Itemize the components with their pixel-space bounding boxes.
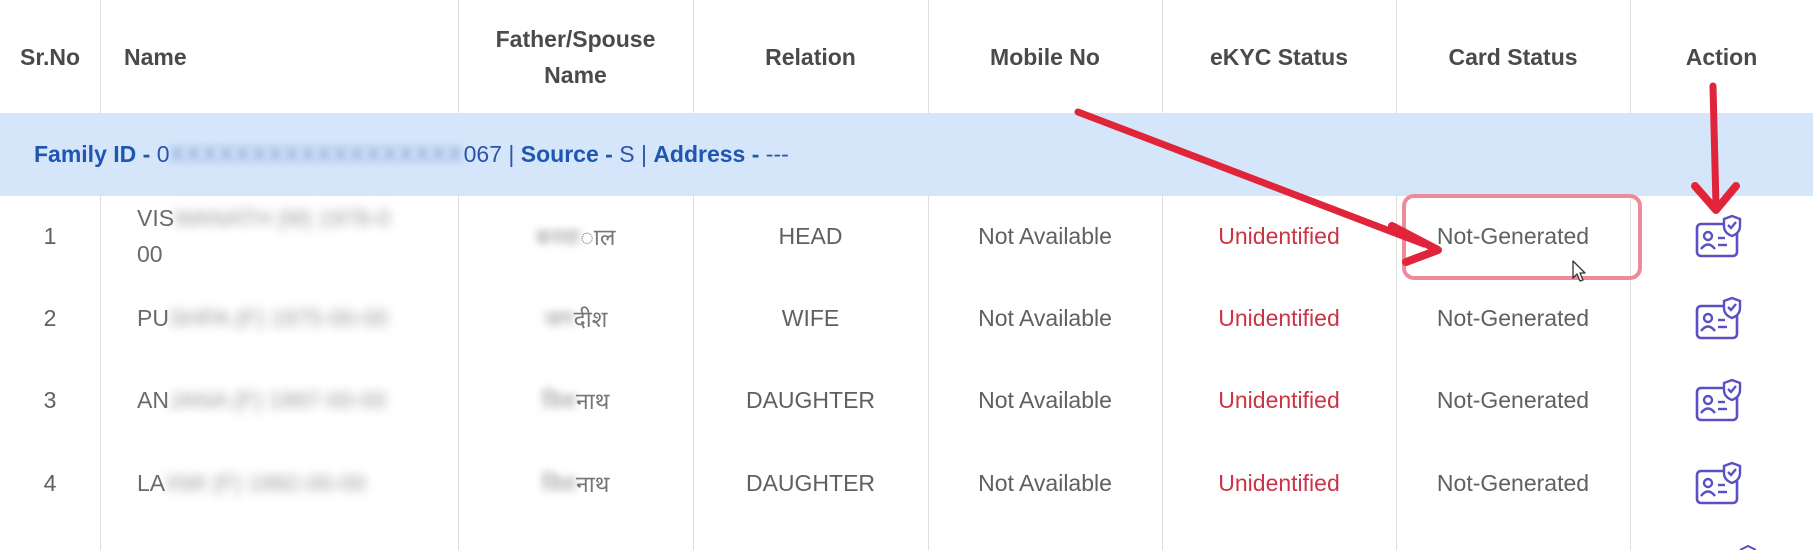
- father-visible: नाथ: [575, 388, 610, 414]
- row-father-name: विश नाथ: [458, 370, 693, 430]
- address-label: Address -: [653, 141, 760, 167]
- row-sr-no: 3: [43, 386, 57, 413]
- header-ekyc-status: eKYC Status: [1209, 43, 1349, 70]
- separator: |: [508, 141, 515, 167]
- row-name: ANJANA (F) 1997-00-00: [137, 382, 437, 418]
- name-redacted: JANA (F) 1997-00-00: [168, 387, 387, 413]
- row-sr-no: 2: [43, 304, 57, 331]
- row-ekyc-status: Unidentified: [1218, 222, 1340, 249]
- header-father-line2: Name: [544, 61, 607, 88]
- row-card-status: Not-Generated: [1436, 304, 1590, 331]
- row-relation: HEAD: [778, 222, 843, 249]
- header-relation: Relation: [765, 43, 856, 70]
- row-father-name: बनवााल: [458, 206, 693, 266]
- name-visible: PU: [137, 305, 169, 331]
- name-visible: VIS: [137, 205, 175, 231]
- header-sr-no: Sr.No: [20, 43, 81, 70]
- address-value: ---: [765, 141, 789, 167]
- father-redacted: विश: [541, 388, 576, 414]
- family-id-suffix: 067: [463, 141, 503, 167]
- header-action: Action: [1685, 43, 1758, 70]
- row-name-partial: [137, 535, 437, 550]
- father-visible: नाथ: [575, 471, 610, 497]
- row-mobile: Not Available: [978, 386, 1112, 413]
- name-visible: AN: [137, 387, 169, 413]
- source-label: Source -: [520, 141, 613, 167]
- name-redacted: WANATH (M) 1978-0: [174, 205, 391, 231]
- row-sr-no: 1: [43, 222, 57, 249]
- row-father-name: जग दीश: [458, 288, 693, 348]
- card-verify-icon[interactable]: [1694, 461, 1744, 507]
- row-card-status: Not-Generated: [1436, 386, 1590, 413]
- source-value: S: [619, 141, 635, 167]
- row-ekyc-status: Unidentified: [1218, 469, 1340, 496]
- name-visible: LA: [137, 470, 166, 496]
- family-id-redacted: XXXXXXXXXXXXXXXXXX: [169, 141, 464, 167]
- father-redacted: विश: [541, 471, 576, 497]
- row-mobile: Not Available: [978, 222, 1112, 249]
- card-verify-icon[interactable]: [1694, 214, 1744, 260]
- card-verify-icon[interactable]: [1694, 378, 1744, 424]
- row-sr-no: 4: [43, 469, 57, 496]
- header-name: Name: [124, 43, 187, 70]
- annotation-highlight-box: [1402, 194, 1642, 280]
- header-card-status: Card Status: [1448, 43, 1578, 70]
- name-redacted: SHPA (F) 1975-00-00: [168, 305, 389, 331]
- separator: |: [640, 141, 647, 167]
- row-relation: DAUGHTER: [745, 386, 876, 413]
- row-father-name: विश नाथ: [458, 453, 693, 513]
- family-id-label: Family ID -: [34, 141, 151, 167]
- row-name: LAXMI (F) 1992-00-00: [137, 465, 437, 501]
- card-verify-icon[interactable]: [1736, 540, 1756, 550]
- family-id-prefix: 0: [156, 141, 170, 167]
- row-mobile: Not Available: [978, 304, 1112, 331]
- name-line2: 00: [137, 241, 163, 267]
- row-name: VISWANATH (M) 1978-0 00: [137, 200, 437, 272]
- father-redacted: बनवा: [535, 224, 581, 250]
- family-info-row: Family ID - 0 XXXXXXXXXXXXXXXXXX 067 | Sou…: [0, 113, 1813, 196]
- father-visible: दीश: [573, 306, 608, 332]
- header-mobile-no: Mobile No: [990, 43, 1100, 70]
- row-card-status: Not-Generated: [1436, 469, 1590, 496]
- row-mobile: Not Available: [978, 469, 1112, 496]
- mouse-pointer-icon: [1572, 260, 1586, 282]
- name-redacted: XMI (F) 1992-00-00: [165, 470, 366, 496]
- header-father-line1: Father/Spouse: [495, 25, 656, 52]
- row-ekyc-status: Unidentified: [1218, 304, 1340, 331]
- father-visible: ाल: [580, 224, 616, 250]
- row-name: PUSHPA (F) 1975-00-00: [137, 300, 437, 336]
- row-relation: DAUGHTER: [745, 469, 876, 496]
- row-relation: WIFE: [781, 304, 840, 331]
- card-verify-icon[interactable]: [1694, 296, 1744, 342]
- row-ekyc-status: Unidentified: [1218, 386, 1340, 413]
- header-father-spouse-name: Father/Spouse Name: [458, 0, 693, 113]
- father-redacted: जग: [543, 306, 574, 332]
